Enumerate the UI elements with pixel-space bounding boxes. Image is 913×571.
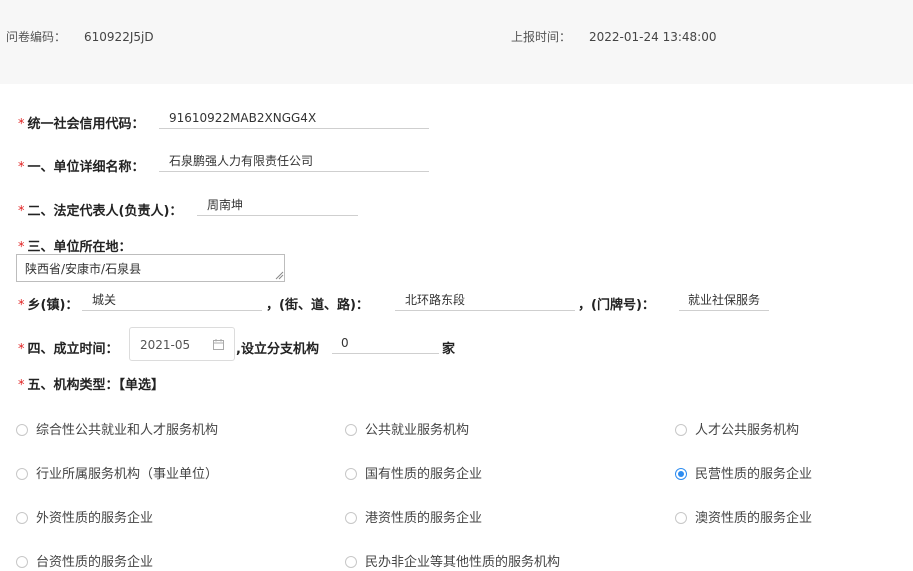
org-type-label: * 五、机构类型：【单选】 [18, 374, 164, 393]
report-time-label: 上报时间： [511, 30, 572, 44]
required-mark: * [18, 160, 25, 175]
report-time: 上报时间： 2022-01-24 13:48:00 [511, 28, 716, 45]
credit-code-label-text: 统一社会信用代码： [27, 117, 145, 132]
founded-label-text: 四、成立时间： [27, 342, 119, 357]
branch-unit: 家 [442, 342, 456, 357]
org-type-option[interactable]: 行业所属服务机构（事业单位） [16, 463, 218, 482]
option-label: 民营性质的服务企业 [695, 467, 813, 482]
town-label-text: 乡(镇)： [27, 298, 79, 313]
required-mark: * [18, 117, 25, 132]
radio-button[interactable] [16, 467, 28, 480]
calendar-icon[interactable] [213, 339, 224, 350]
founded-label: * 四、成立时间： [18, 338, 119, 357]
radio-button[interactable] [16, 555, 28, 568]
unit-name-label: * 一、单位详细名称： [18, 156, 145, 175]
option-label: 国有性质的服务企业 [365, 467, 483, 482]
org-type-option[interactable]: 台资性质的服务企业 [16, 551, 153, 570]
radio-button[interactable] [675, 423, 687, 436]
option-label: 人才公共服务机构 [695, 423, 800, 438]
unit-name-input[interactable] [159, 150, 429, 172]
org-type-option-selected[interactable]: 民营性质的服务企业 [675, 463, 812, 482]
org-type-label-text: 五、机构类型：【单选】 [27, 378, 165, 393]
resize-handle-icon[interactable] [275, 271, 284, 280]
radio-button[interactable] [345, 511, 357, 524]
location-label-text: 三、单位所在地： [27, 240, 132, 255]
option-label: 民办非企业等其他性质的服务机构 [365, 555, 561, 570]
required-mark: * [18, 378, 25, 393]
credit-code-input[interactable] [159, 107, 429, 129]
street-label: ，(街、道、路)： [266, 298, 369, 313]
location-textarea[interactable]: 陕西省/安康市/石泉县 [16, 254, 285, 282]
required-mark: * [18, 240, 25, 255]
survey-code: 问卷编码： 610922J5jD [6, 28, 154, 45]
radio-button[interactable] [345, 423, 357, 436]
org-type-option[interactable]: 外资性质的服务企业 [16, 507, 153, 526]
required-mark: * [18, 204, 25, 219]
option-label: 公共就业服务机构 [365, 423, 470, 438]
required-mark: * [18, 342, 25, 357]
legal-rep-input[interactable] [197, 194, 358, 216]
org-type-option[interactable]: 港资性质的服务企业 [345, 507, 482, 526]
door-no-label: ，(门牌号)： [578, 298, 655, 313]
option-label: 外资性质的服务企业 [36, 511, 154, 526]
radio-button[interactable] [16, 511, 28, 524]
legal-rep-label: * 二、法定代表人(负责人)： [18, 200, 182, 219]
town-label: * 乡(镇)： [18, 294, 78, 313]
org-type-option[interactable]: 民办非企业等其他性质的服务机构 [345, 551, 560, 570]
radio-button[interactable] [345, 555, 357, 568]
branch-count-input[interactable] [332, 332, 439, 354]
unit-name-label-text: 一、单位详细名称： [27, 160, 145, 175]
survey-code-label: 问卷编码： [6, 30, 67, 44]
founded-date-picker[interactable]: 2021-05 [129, 327, 235, 361]
street-input[interactable] [395, 289, 575, 311]
option-label: 综合性公共就业和人才服务机构 [36, 423, 219, 438]
radio-button[interactable] [675, 511, 687, 524]
town-input[interactable] [82, 289, 262, 311]
org-type-option[interactable]: 澳资性质的服务企业 [675, 507, 812, 526]
org-type-option[interactable]: 国有性质的服务企业 [345, 463, 482, 482]
survey-code-value: 610922J5jD [84, 30, 154, 44]
option-label: 台资性质的服务企业 [36, 555, 154, 570]
required-mark: * [18, 298, 25, 313]
radio-button[interactable] [16, 423, 28, 436]
option-label: 港资性质的服务企业 [365, 511, 483, 526]
door-no-input[interactable] [679, 289, 769, 311]
option-label: 澳资性质的服务企业 [695, 511, 813, 526]
report-time-value: 2022-01-24 13:48:00 [589, 30, 717, 44]
legal-rep-label-text: 二、法定代表人(负责人)： [27, 204, 183, 219]
org-type-option[interactable]: 综合性公共就业和人才服务机构 [16, 419, 218, 438]
survey-header: 问卷编码： 610922J5jD 上报时间： 2022-01-24 13:48:00 [0, 0, 913, 84]
credit-code-label: * 统一社会信用代码： [18, 113, 145, 132]
org-type-option[interactable]: 人才公共服务机构 [675, 419, 799, 438]
option-label: 行业所属服务机构（事业单位） [36, 467, 219, 482]
founded-date-value: 2021-05 [140, 338, 191, 352]
branch-label: ,设立分支机构 [236, 342, 319, 357]
radio-button-checked[interactable] [675, 467, 687, 480]
org-type-option[interactable]: 公共就业服务机构 [345, 419, 469, 438]
location-label: * 三、单位所在地： [18, 236, 132, 255]
radio-button[interactable] [345, 467, 357, 480]
